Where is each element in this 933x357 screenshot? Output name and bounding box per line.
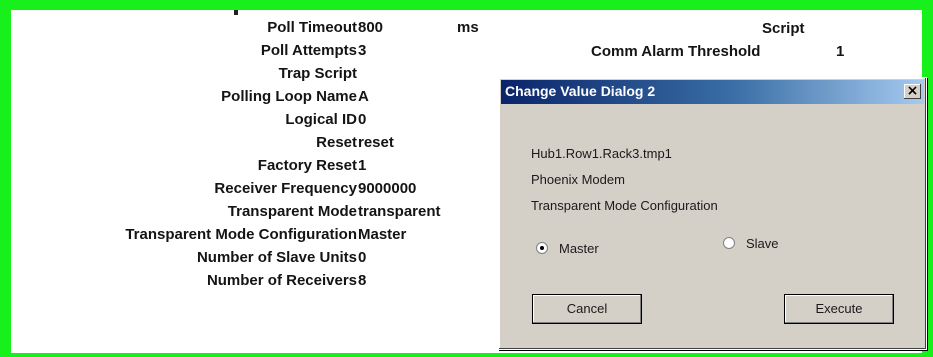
property-unit: ms <box>457 19 479 36</box>
comm-alarm-threshold-value[interactable]: 1 <box>836 43 844 60</box>
property-label: Transparent Mode <box>227 203 357 220</box>
property-value[interactable]: 9000000 <box>358 179 416 199</box>
device-type: Phoenix Modem <box>531 172 625 187</box>
close-button[interactable]: × <box>904 84 921 99</box>
property-label: Polling Loop Name <box>221 88 357 105</box>
property-value[interactable]: 0 <box>358 110 366 130</box>
radio-master-label[interactable]: Master <box>559 241 599 256</box>
property-label: Number of Slave Units <box>196 249 357 266</box>
property-label: Receiver Frequency <box>214 180 357 197</box>
radio-slave[interactable] <box>723 237 735 249</box>
property-value[interactable]: 3 <box>358 41 366 61</box>
radio-master[interactable] <box>536 242 548 254</box>
property-value[interactable]: reset <box>358 133 394 153</box>
dialog-title: Change Value Dialog 2 <box>505 83 656 99</box>
change-value-dialog: Change Value Dialog 2 × Hub1.Row1.Rack3.… <box>498 77 927 350</box>
property-label: Poll Timeout <box>267 19 357 36</box>
device-path: Hub1.Row1.Rack3.tmp1 <box>531 146 672 161</box>
radio-selected-dot <box>540 246 544 250</box>
cancel-button[interactable]: Cancel <box>532 294 642 324</box>
execute-button[interactable]: Execute <box>784 294 894 324</box>
property-label: Logical ID <box>285 111 357 128</box>
property-label: Poll Attempts <box>260 42 357 59</box>
property-value[interactable]: 0 <box>358 248 366 268</box>
dialog-titlebar[interactable]: Change Value Dialog 2 × <box>501 80 924 104</box>
property-value[interactable]: A <box>358 87 369 107</box>
property-label: Number of Receivers <box>206 272 357 289</box>
property-value[interactable]: 1 <box>358 156 366 176</box>
property-label: Transparent Mode Configuration <box>125 226 357 243</box>
cut-off-text-fragment <box>234 10 238 15</box>
close-icon: × <box>906 83 919 99</box>
parameter-name: Transparent Mode Configuration <box>531 198 718 213</box>
property-value[interactable]: 8 <box>358 271 366 291</box>
property-value[interactable]: transparent <box>358 202 441 222</box>
property-value[interactable]: Master <box>358 225 406 245</box>
property-label: Factory Reset <box>257 157 357 174</box>
property-label: Trap Script <box>278 65 357 82</box>
radio-slave-label[interactable]: Slave <box>746 236 779 251</box>
script-label: Script <box>762 20 805 37</box>
property-label: Reset <box>316 134 357 151</box>
property-value[interactable]: 800 <box>358 18 383 38</box>
comm-alarm-threshold-label: Comm Alarm Threshold <box>591 43 761 60</box>
